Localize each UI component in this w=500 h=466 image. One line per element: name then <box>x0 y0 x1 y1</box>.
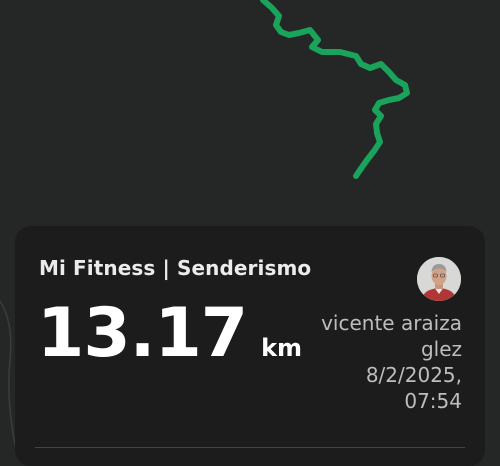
activity-title: Mi Fitness | Senderismo <box>39 256 312 280</box>
user-name-line1: vicente araiza <box>321 311 462 335</box>
distance-display: 13.17 km <box>37 294 302 373</box>
card-divider <box>35 447 465 448</box>
activity-card[interactable]: Mi Fitness | Senderismo 13.17 km vicente … <box>15 226 485 466</box>
user-name-line2: glez <box>420 337 462 361</box>
activity-date: 8/2/2025, <box>365 363 462 387</box>
avatar[interactable] <box>417 257 461 301</box>
activity-meta: vicente araiza glez 8/2/2025, 07:54 <box>282 310 462 414</box>
activity-time: 07:54 <box>404 389 462 413</box>
distance-value: 13.17 <box>37 294 248 373</box>
avatar-photo <box>417 257 461 301</box>
